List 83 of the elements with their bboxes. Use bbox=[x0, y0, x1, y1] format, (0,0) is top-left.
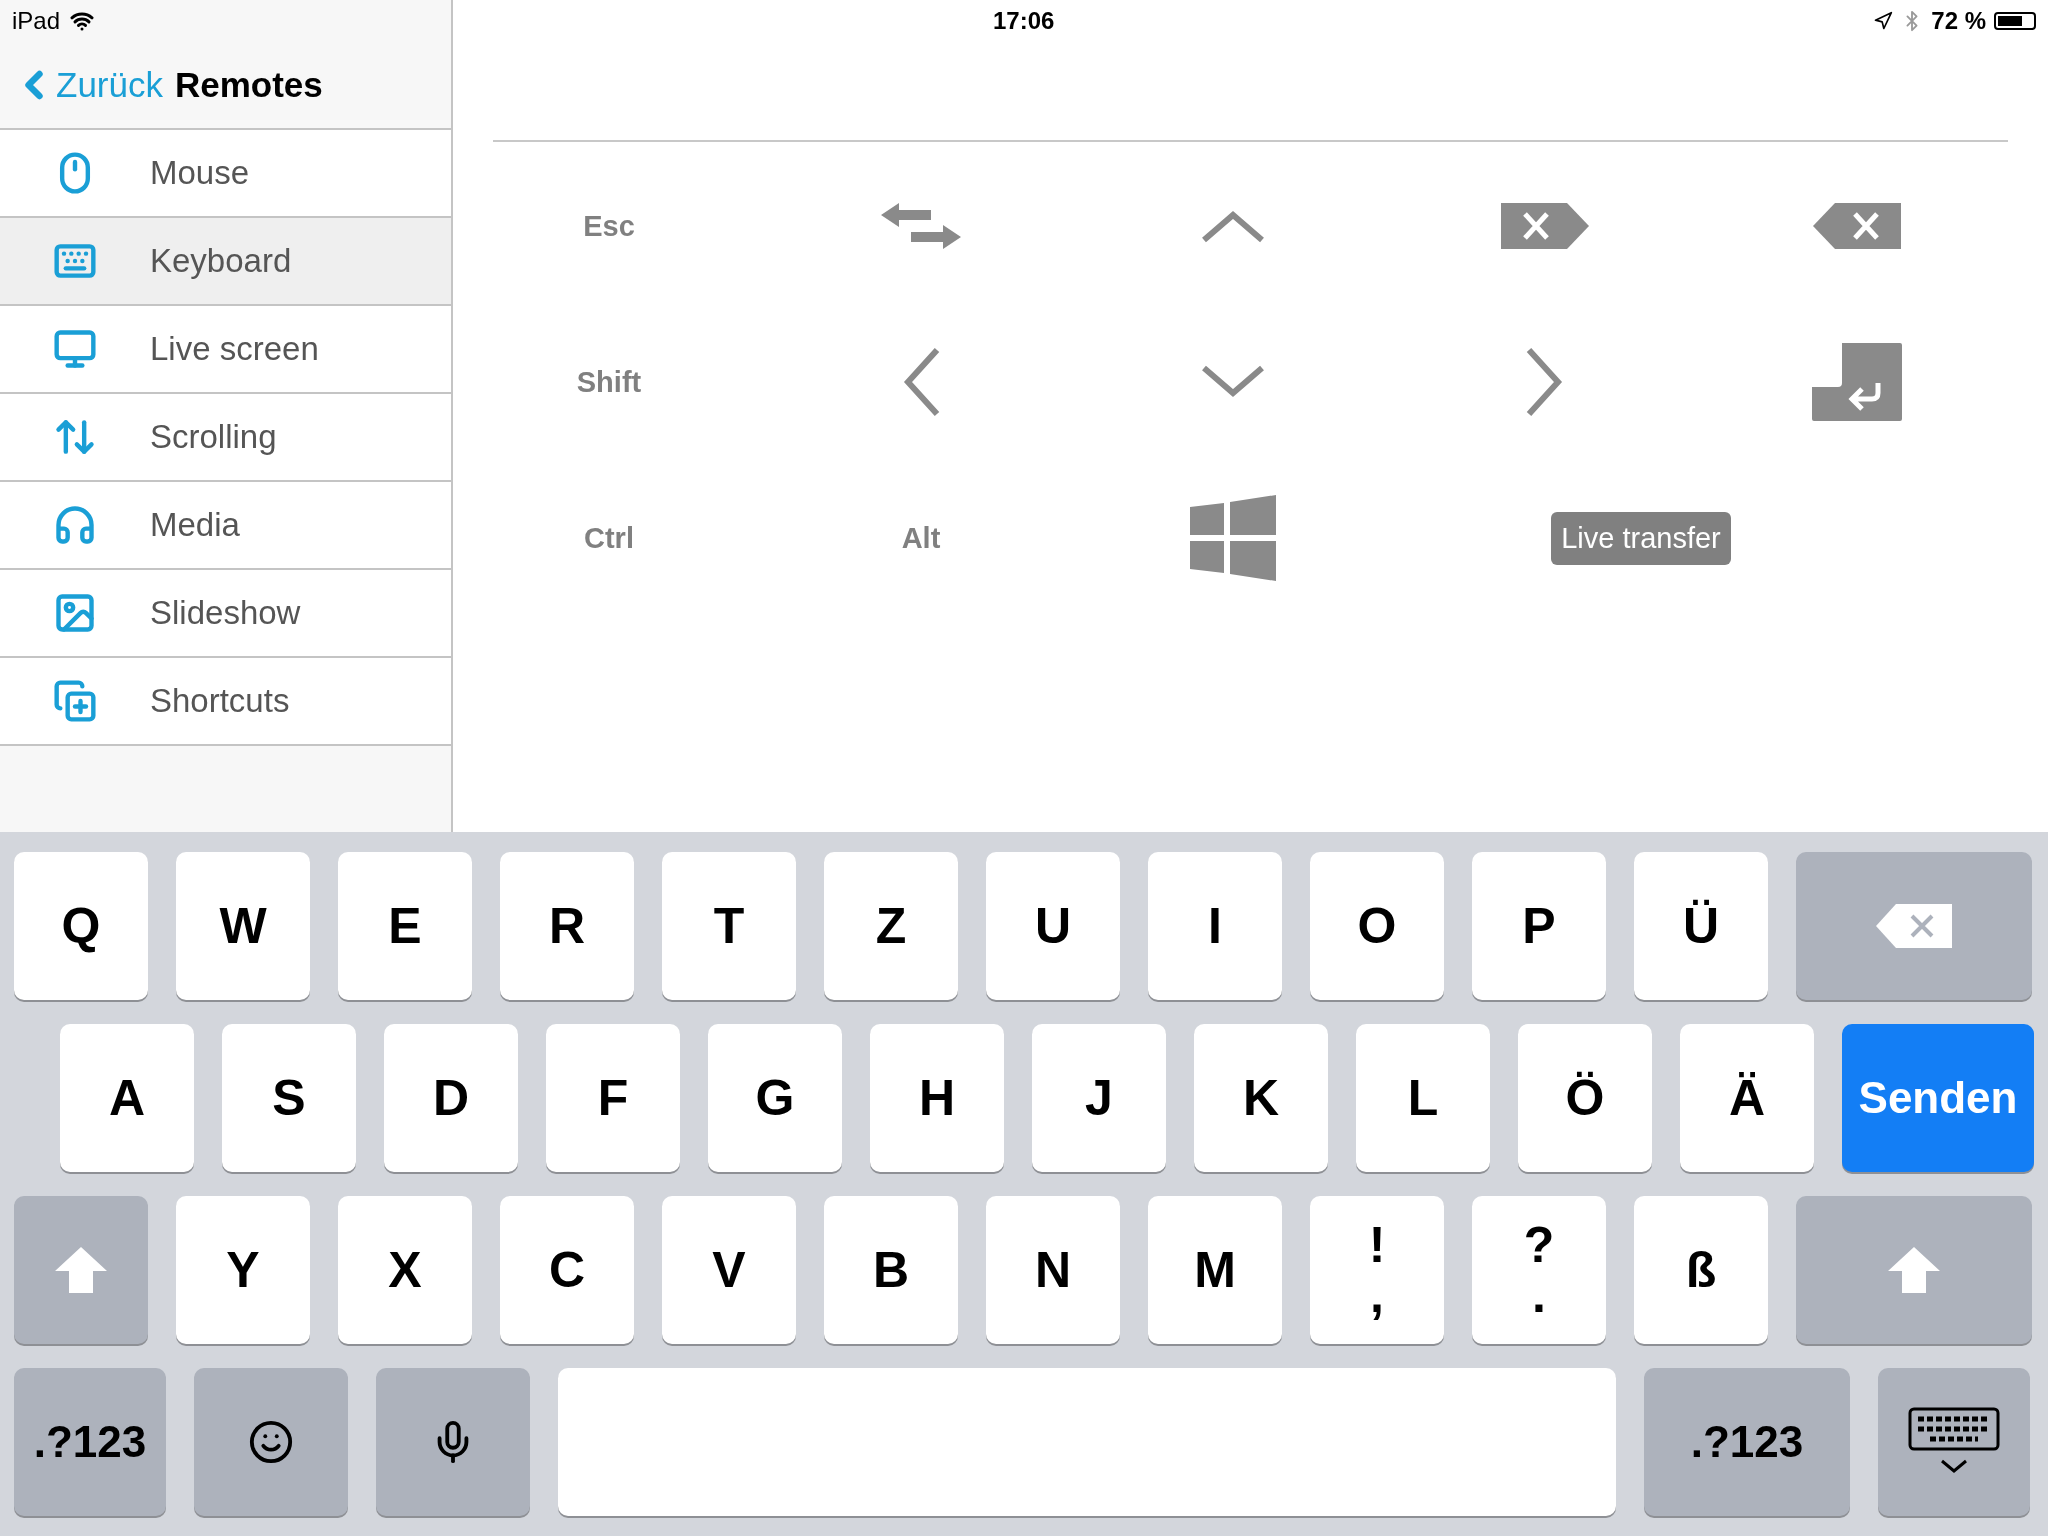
monitor-icon bbox=[53, 327, 97, 371]
letter-key[interactable]: G bbox=[708, 1024, 842, 1172]
numbers-key[interactable]: .?123 bbox=[14, 1368, 166, 1516]
letter-key[interactable]: J bbox=[1032, 1024, 1166, 1172]
nav-title: Remotes bbox=[174, 65, 323, 105]
letter-key[interactable]: N bbox=[986, 1196, 1120, 1344]
chevron-left-icon bbox=[901, 347, 941, 417]
letter-key[interactable]: L bbox=[1356, 1024, 1490, 1172]
letter-key[interactable]: E bbox=[338, 852, 472, 1000]
punctuation-key[interactable]: ? . bbox=[1472, 1196, 1606, 1344]
shift-arrow-icon bbox=[55, 1247, 107, 1293]
backspace-icon bbox=[1813, 203, 1901, 249]
letter-key[interactable]: K bbox=[1194, 1024, 1328, 1172]
letter-key[interactable]: D bbox=[384, 1024, 518, 1172]
location-arrow-icon bbox=[1873, 11, 1894, 31]
headphones-icon bbox=[53, 503, 97, 547]
hide-keyboard-key[interactable] bbox=[1878, 1368, 2030, 1516]
swap-arrows-icon bbox=[881, 201, 961, 251]
chevron-right-icon bbox=[1525, 347, 1565, 417]
letter-key[interactable]: F bbox=[546, 1024, 680, 1172]
sidebar-item-label: Shortcuts bbox=[150, 682, 290, 720]
battery-percent: 72 % bbox=[1931, 7, 1986, 35]
punctuation-key[interactable]: ! , bbox=[1310, 1196, 1444, 1344]
sidebar-item[interactable]: Keyboard bbox=[0, 218, 451, 306]
letter-key[interactable]: R bbox=[500, 852, 634, 1000]
sidebar-item-label: Media bbox=[150, 506, 240, 544]
letter-key[interactable]: ß bbox=[1634, 1196, 1768, 1344]
letter-key[interactable]: A bbox=[60, 1024, 194, 1172]
send-key[interactable]: Senden bbox=[1842, 1024, 2034, 1172]
sidebar-item-label: Scrolling bbox=[150, 418, 277, 456]
letter-key[interactable]: U bbox=[986, 852, 1120, 1000]
letter-key[interactable]: Z bbox=[824, 852, 958, 1000]
sidebar-item[interactable]: Media bbox=[0, 482, 451, 570]
shift-key[interactable] bbox=[14, 1196, 148, 1344]
letter-key[interactable]: Q bbox=[14, 852, 148, 1000]
shift-key[interactable] bbox=[1796, 1196, 2032, 1344]
key-label[interactable]: Ctrl bbox=[584, 521, 634, 555]
letter-key[interactable]: X bbox=[338, 1196, 472, 1344]
letter-key[interactable]: Ä bbox=[1680, 1024, 1814, 1172]
letter-key[interactable]: H bbox=[870, 1024, 1004, 1172]
letter-key[interactable]: I bbox=[1148, 852, 1282, 1000]
key-label[interactable]: Alt bbox=[901, 521, 941, 555]
picture-icon bbox=[53, 591, 97, 635]
windows-logo-icon bbox=[1190, 495, 1276, 581]
sidebar-item[interactable]: Mouse bbox=[0, 130, 451, 218]
key-label[interactable]: Shift bbox=[576, 365, 642, 399]
letter-key[interactable]: W bbox=[176, 852, 310, 1000]
backspace-icon bbox=[1876, 904, 1952, 948]
letter-key[interactable]: Y bbox=[176, 1196, 310, 1344]
sidebar-item[interactable]: Live screen bbox=[0, 306, 451, 394]
delete-forward-icon bbox=[1501, 203, 1589, 249]
letter-key[interactable]: Ü bbox=[1634, 852, 1768, 1000]
chevron-up-icon bbox=[1201, 208, 1265, 244]
sidebar-item-label: Keyboard bbox=[150, 242, 292, 280]
letter-key[interactable]: C bbox=[500, 1196, 634, 1344]
letter-key[interactable]: T bbox=[662, 852, 796, 1000]
letter-key[interactable]: V bbox=[662, 1196, 796, 1344]
battery-icon bbox=[1994, 12, 2036, 30]
numbers-key[interactable]: .?123 bbox=[1644, 1368, 1850, 1516]
key-label[interactable]: Esc bbox=[583, 209, 635, 243]
sidebar-item[interactable]: Scrolling bbox=[0, 394, 451, 482]
letter-key[interactable]: S bbox=[222, 1024, 356, 1172]
emoji-key[interactable] bbox=[194, 1368, 348, 1516]
stacked-plus-icon bbox=[53, 679, 97, 723]
backspace-key[interactable] bbox=[1796, 852, 2032, 1000]
sidebar-item-label: Mouse bbox=[150, 154, 250, 192]
enter-icon bbox=[1812, 343, 1902, 421]
sidebar-item[interactable]: Shortcuts bbox=[0, 658, 451, 746]
letter-key[interactable]: P bbox=[1472, 852, 1606, 1000]
letter-key[interactable]: M bbox=[1148, 1196, 1282, 1344]
letter-key[interactable]: B bbox=[824, 1196, 958, 1344]
letter-key[interactable]: O bbox=[1310, 852, 1444, 1000]
dictation-key[interactable] bbox=[376, 1368, 530, 1516]
live-transfer-button[interactable]: Live transfer bbox=[1551, 511, 1731, 565]
sidebar-item-label: Slideshow bbox=[150, 594, 301, 632]
sidebar-item[interactable]: Slideshow bbox=[0, 570, 451, 658]
chevron-down-icon bbox=[1201, 364, 1265, 400]
shift-arrow-icon bbox=[1888, 1247, 1940, 1293]
clock: 17:06 bbox=[993, 7, 1056, 35]
letter-key[interactable]: Ö bbox=[1518, 1024, 1652, 1172]
smiley-icon bbox=[248, 1419, 294, 1465]
device-name: iPad bbox=[12, 7, 61, 35]
sidebar-item-label: Live screen bbox=[150, 330, 319, 368]
